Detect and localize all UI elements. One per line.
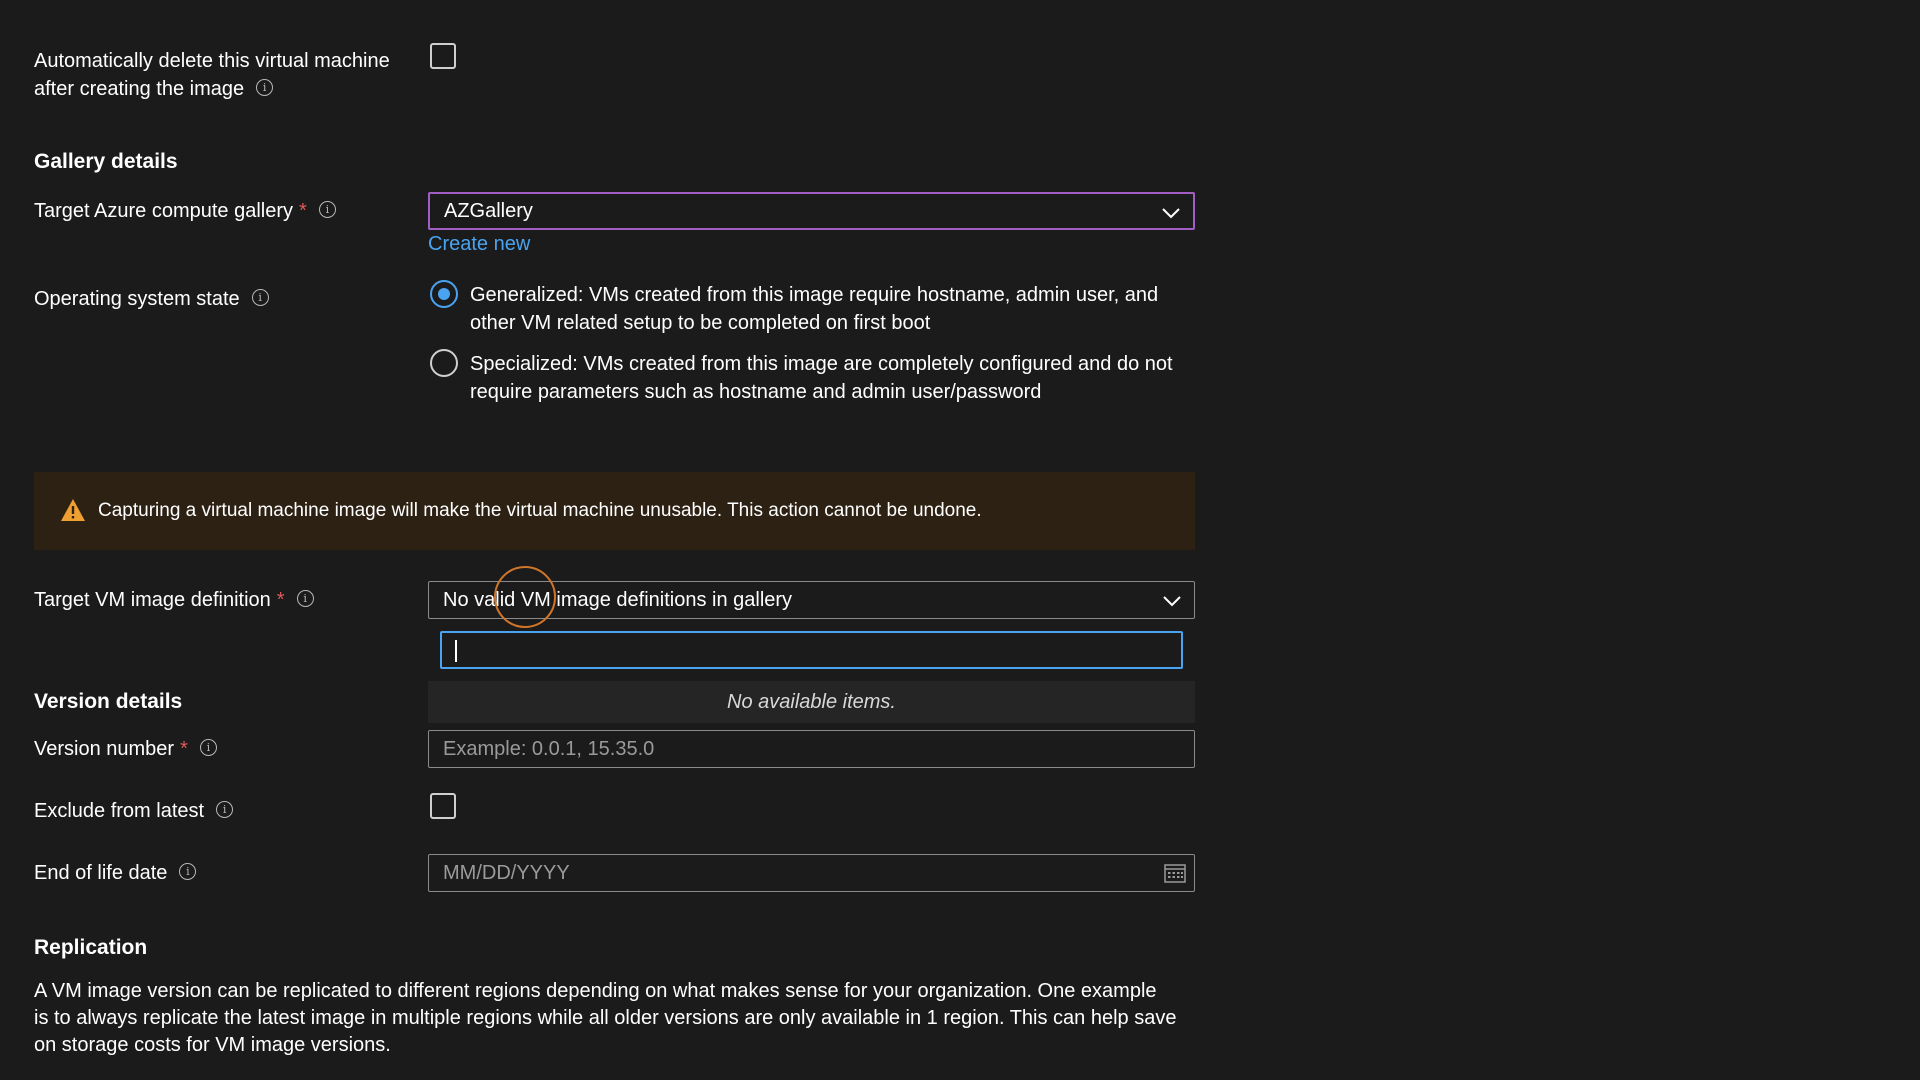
os-state-label: Operating system state i: [34, 285, 269, 313]
info-icon[interactable]: i: [256, 79, 274, 97]
info-icon[interactable]: i: [318, 201, 336, 219]
image-definition-label: Target VM image definition * i: [34, 586, 314, 614]
auto-delete-label: Automatically delete this virtual machin…: [34, 50, 390, 100]
chevron-down-icon: [1163, 596, 1181, 607]
required-marker: *: [180, 738, 188, 760]
chevron-down-icon: [1162, 208, 1180, 219]
version-number-label: Version number * i: [34, 735, 217, 763]
target-gallery-dropdown[interactable]: AZGallery: [428, 192, 1195, 230]
empty-items-message: No available items.: [428, 681, 1195, 723]
replication-heading: Replication: [34, 936, 148, 959]
cursor-highlight: [494, 566, 556, 628]
exclude-latest-label: Exclude from latest i: [34, 797, 234, 825]
version-number-input[interactable]: Example: 0.0.1, 15.35.0: [428, 730, 1195, 768]
warning-icon: [61, 499, 85, 521]
gallery-details-heading: Gallery details: [34, 150, 178, 173]
target-gallery-label: Target Azure compute gallery * i: [34, 197, 336, 225]
version-details-heading: Version details: [34, 690, 183, 713]
warning-text: Capturing a virtual machine image will m…: [98, 500, 982, 521]
info-icon[interactable]: i: [216, 801, 234, 819]
radio-option-specialized[interactable]: Specialized: VMs created from this image…: [428, 349, 1208, 409]
info-icon[interactable]: i: [296, 590, 314, 608]
create-new-link[interactable]: Create new: [428, 233, 530, 256]
eol-date-input[interactable]: MM/DD/YYYY: [428, 854, 1195, 892]
replication-description: A VM image version can be replicated to …: [34, 980, 1177, 1056]
text-caret: [455, 640, 457, 662]
image-definition-search-input[interactable]: [440, 631, 1183, 669]
warning-banner: Capturing a virtual machine image will m…: [34, 472, 1195, 550]
eol-date-label: End of life date i: [34, 859, 197, 887]
radio-button-specialized[interactable]: [430, 349, 458, 377]
info-icon[interactable]: i: [179, 863, 197, 881]
auto-delete-checkbox[interactable]: [430, 43, 456, 69]
info-icon[interactable]: i: [199, 739, 217, 757]
required-marker: *: [276, 589, 285, 611]
radio-option-generalized[interactable]: Generalized: VMs created from this image…: [428, 280, 1208, 340]
info-icon[interactable]: i: [251, 289, 269, 307]
exclude-latest-checkbox[interactable]: [430, 793, 456, 819]
radio-button-generalized[interactable]: [430, 280, 458, 308]
calendar-icon[interactable]: [1164, 863, 1186, 883]
required-marker: *: [299, 200, 307, 222]
